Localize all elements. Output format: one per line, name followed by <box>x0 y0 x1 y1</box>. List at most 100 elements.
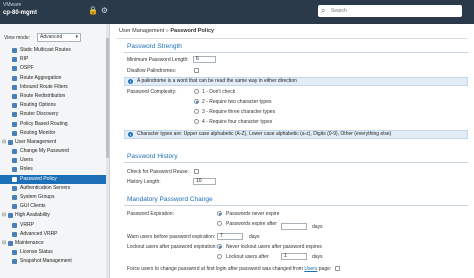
sidebar-item-users[interactable]: Users <box>0 156 109 165</box>
vrrp-icon <box>12 222 17 228</box>
complexity-option-3-label: 3 - Require three character types <box>202 109 276 115</box>
sidebar-item-router-discovery[interactable]: Router Discovery <box>0 110 109 119</box>
route-icon <box>12 48 17 53</box>
client-icon <box>12 204 17 210</box>
never-lockout-label: Never lockout users after password expir… <box>226 244 322 250</box>
sidebar-item-label: RIP <box>20 56 29 63</box>
divider <box>124 205 468 206</box>
search-box[interactable]: ⌕ <box>318 5 462 17</box>
never-expire-radio[interactable] <box>217 211 222 216</box>
sidebar-item-label: Route Redistribution <box>20 92 66 99</box>
sidebar: View mode: Advanced ▾ Static Multicast R… <box>0 24 110 278</box>
sidebar-item-ospf[interactable]: OSPF <box>0 64 109 73</box>
sidebar-group-high-availability[interactable]: ⊟ High Availability <box>0 211 109 220</box>
main-content: User Management » Password Policy Passwo… <box>116 24 474 278</box>
sidebar-item-label: Snapshot Management <box>20 258 72 265</box>
complexity-option-4-radio[interactable] <box>194 119 199 124</box>
complexity-option-3-radio[interactable] <box>194 109 199 114</box>
collapse-icon: ⊟ <box>2 239 7 246</box>
complexity-option-1-label: 1 - Don't check <box>202 89 236 95</box>
users-icon <box>8 139 13 145</box>
monitor-icon <box>12 130 17 136</box>
force-change-label: Force users to change password at first … <box>127 266 331 272</box>
lockout-days-label: days <box>312 254 323 260</box>
warn-days-label: days <box>249 234 260 240</box>
expire-after-label: Passwords expire after <box>226 221 277 227</box>
warn-input[interactable]: 7 <box>217 233 243 240</box>
view-mode-select[interactable]: Advanced ▾ <box>37 33 81 42</box>
sidebar-item-gui-clients[interactable]: GUI Clients <box>0 202 109 211</box>
sidebar-item-advanced-vrrp[interactable]: Advanced VRRP <box>0 230 109 239</box>
sidebar-item-static-multicast-routes[interactable]: Static Multicast Routes <box>0 46 109 55</box>
never-lockout-radio[interactable] <box>217 244 222 249</box>
expiration-label: Password Expiration: <box>127 211 174 217</box>
disallow-palindromes-label: Disallow Palindromes: <box>127 68 177 74</box>
section-title-mandatory-password-change: Mandatory Password Change <box>127 196 213 203</box>
character-types-info-text: Character types are: Upper case alphabet… <box>137 131 392 137</box>
search-input[interactable] <box>331 6 459 16</box>
sidebar-item-label: Inbound Route Filters <box>20 83 68 90</box>
sidebar-item-label: User Management <box>15 138 57 145</box>
lockout-after-label: Lockout users after <box>226 254 269 260</box>
expire-after-input[interactable] <box>281 223 307 230</box>
info-icon: i <box>128 79 133 84</box>
complexity-option-1-radio[interactable] <box>194 89 199 94</box>
sidebar-item-policy-based-routing[interactable]: Policy Based Routing <box>0 120 109 129</box>
complexity-option-2-radio[interactable] <box>194 99 199 104</box>
force-change-text: Force users to change password at first … <box>127 266 303 272</box>
sidebar-item-password-policy[interactable]: Password Policy <box>0 174 109 184</box>
sidebar-item-license-status[interactable]: License Status <box>0 248 109 257</box>
palindrome-info-text: A palindrome is a word that can be read … <box>137 78 297 84</box>
min-length-input[interactable]: 6 <box>193 56 216 63</box>
lock-icon[interactable]: 🔒 <box>88 6 98 15</box>
user-icon <box>12 158 17 164</box>
sidebar-scrollbar[interactable] <box>106 24 109 278</box>
section-title-password-strength: Password Strength <box>127 43 182 50</box>
settings-icon[interactable]: ⚙ <box>100 6 109 15</box>
sidebar-item-routing-options[interactable]: Routing Options <box>0 101 109 110</box>
sidebar-item-vrrp[interactable]: VRRP <box>0 221 109 230</box>
section-title-password-history: Password History <box>127 153 178 160</box>
vrrp-icon <box>12 231 17 237</box>
sidebar-group-user-management[interactable]: ⊟ User Management <box>0 138 109 147</box>
expire-after-radio[interactable] <box>217 221 222 226</box>
sidebar-item-authentication-servers[interactable]: Authentication Servers <box>0 184 109 193</box>
users-page-link[interactable]: Users <box>304 266 317 272</box>
sidebar-item-label: Routing Monitor <box>20 129 56 136</box>
top-bar: VMware cp-80-mgmt 🔒 ⚙ ⌕ <box>0 0 474 24</box>
sidebar-item-label: Static Multicast Routes <box>20 47 71 53</box>
policy-icon <box>12 176 17 182</box>
route-icon <box>12 112 17 118</box>
host-name: cp-80-mgmt <box>3 10 38 16</box>
lockout-after-radio[interactable] <box>217 254 222 259</box>
sidebar-item-label: Authentication Servers <box>20 184 71 191</box>
history-length-input[interactable]: 10 <box>193 178 216 185</box>
sidebar-item-roles[interactable]: Roles <box>0 165 109 174</box>
sidebar-item-inbound-route-filters[interactable]: Inbound Route Filters <box>0 83 109 92</box>
sidebar-item-snapshot-management[interactable]: Snapshot Management <box>0 257 109 266</box>
divider <box>124 162 468 163</box>
divider <box>124 52 468 53</box>
force-change-suffix: page: <box>318 266 332 272</box>
sidebar-item-routing-monitor[interactable]: Routing Monitor <box>0 129 109 138</box>
sidebar-group-maintenance[interactable]: ⊟ Maintenance <box>0 239 109 248</box>
sidebar-item-system-groups[interactable]: System Groups <box>0 193 109 202</box>
sidebar-item-route-redistribution[interactable]: Route Redistribution <box>0 92 109 101</box>
sidebar-item-rip[interactable]: RIP <box>0 55 109 64</box>
check-reuse-checkbox[interactable] <box>194 169 199 174</box>
route-icon <box>12 75 17 81</box>
sidebar-item-route-aggregation[interactable]: Route Aggregation <box>0 74 109 83</box>
sidebar-scrollbar-thumb[interactable] <box>106 38 109 158</box>
availability-icon <box>8 213 13 219</box>
group-icon <box>12 195 17 200</box>
sidebar-item-label: Advanced VRRP <box>20 230 58 237</box>
lockout-after-input[interactable]: 1 <box>281 253 307 260</box>
sidebar-item-change-my-password[interactable]: Change My Password <box>0 147 109 156</box>
complexity-option-2-label: 2 - Require two character types <box>202 99 272 105</box>
sidebar-item-label: Password Policy <box>20 175 57 182</box>
force-change-checkbox[interactable] <box>335 266 340 271</box>
filter-icon <box>12 84 17 90</box>
disallow-palindromes-checkbox[interactable] <box>194 68 199 73</box>
breadcrumb-parent[interactable]: User Management <box>119 28 164 34</box>
view-mode-value: Advanced <box>40 34 63 40</box>
